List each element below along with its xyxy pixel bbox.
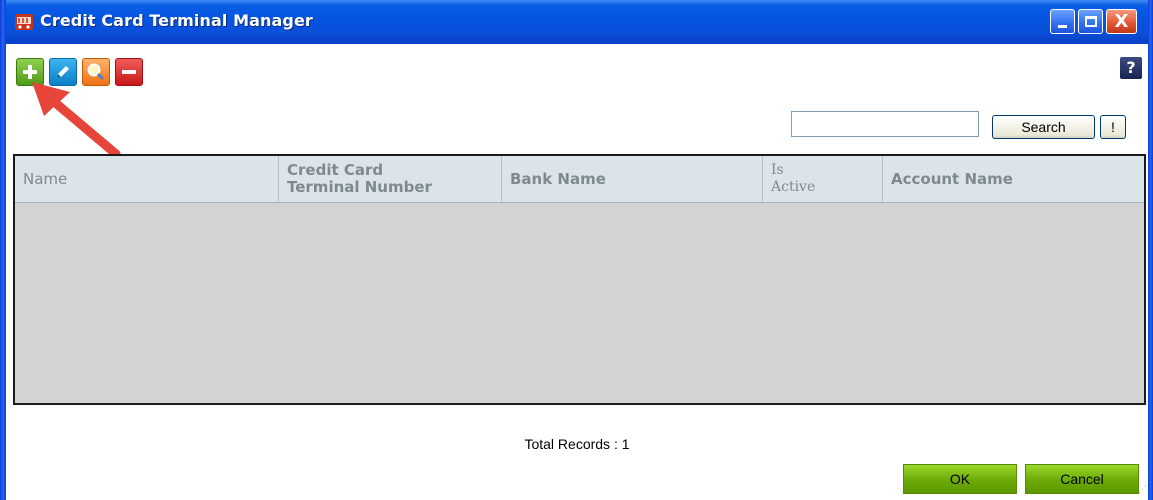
search-button[interactable]: Search <box>992 115 1095 139</box>
column-header-bank-name[interactable]: Bank Name <box>502 156 763 202</box>
column-header-is-active[interactable]: Is Active <box>763 156 883 202</box>
cancel-button[interactable]: Cancel <box>1025 464 1139 494</box>
column-label: Name <box>23 169 68 188</box>
maximize-button[interactable] <box>1078 9 1103 34</box>
grid-body <box>15 203 1144 403</box>
grid-header: Name Credit Card Terminal Number Bank Na… <box>15 156 1144 203</box>
column-label: Bank Name <box>510 169 606 188</box>
annotation-arrow-icon <box>32 82 121 159</box>
terminals-grid[interactable]: Name Credit Card Terminal Number Bank Na… <box>13 154 1146 405</box>
minimize-button[interactable] <box>1050 9 1075 34</box>
clear-search-button[interactable]: ! <box>1100 115 1126 139</box>
column-label: Is Active <box>771 162 816 195</box>
column-label: Account Name <box>891 169 1013 188</box>
help-button[interactable]: ? <box>1120 57 1142 79</box>
column-header-account-name[interactable]: Account Name <box>883 156 1144 202</box>
minimize-icon <box>1058 25 1067 28</box>
column-header-name[interactable]: Name <box>15 156 279 202</box>
shopping-cart-icon <box>15 14 33 30</box>
title-bar[interactable]: Credit Card Terminal Manager X <box>0 0 1153 44</box>
window-title: Credit Card Terminal Manager <box>40 11 313 30</box>
ok-button[interactable]: OK <box>903 464 1017 494</box>
total-records-label: Total Records : 1 <box>524 436 630 452</box>
search-input[interactable] <box>791 111 979 137</box>
column-header-terminal-number[interactable]: Credit Card Terminal Number <box>279 156 502 202</box>
close-icon: X <box>1114 10 1129 32</box>
help-icon: ? <box>1126 58 1136 77</box>
window-content: ? Search ! Name Credit Card Terminal Num… <box>6 44 1148 500</box>
close-button[interactable]: X <box>1106 9 1137 34</box>
column-label: Credit Card Terminal Number <box>287 161 432 196</box>
window-frame-right <box>1148 0 1153 500</box>
maximize-icon <box>1084 16 1097 27</box>
credit-card-terminal-manager-window: Credit Card Terminal Manager X ? Search … <box>0 0 1153 500</box>
resize-grip-icon[interactable]: ⋰ <box>1138 485 1147 495</box>
